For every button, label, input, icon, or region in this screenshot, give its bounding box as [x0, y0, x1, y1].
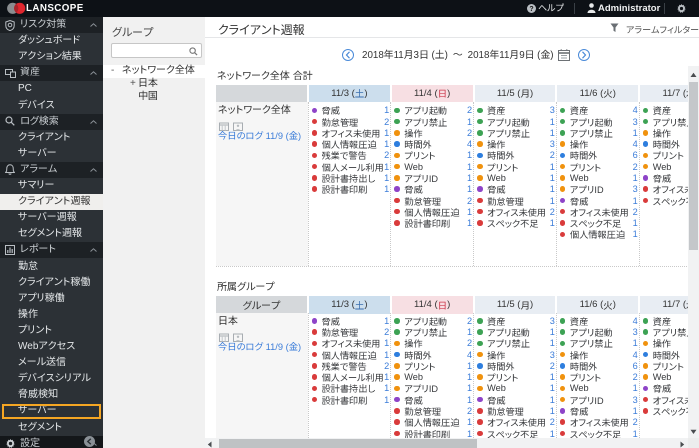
svg-text:?: ? [529, 6, 533, 13]
